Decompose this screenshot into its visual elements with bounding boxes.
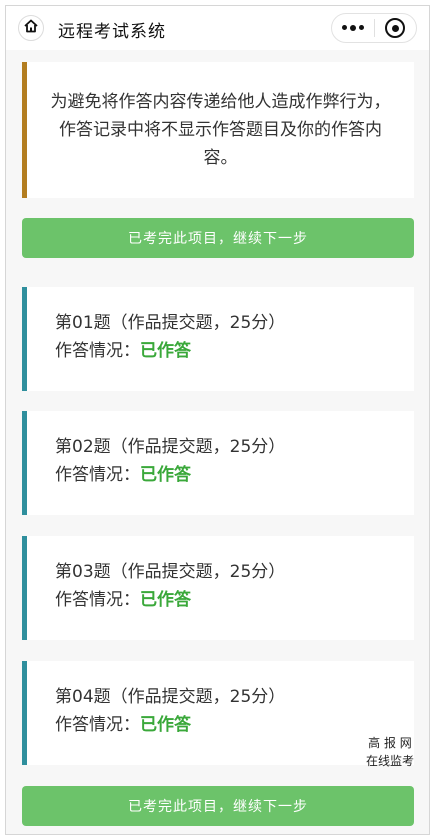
question-card: 第02题（作品提交题，25分） 作答情况：已作答 [22,411,414,515]
status-value: 已作答 [140,465,191,485]
home-icon [23,18,39,38]
mini-program-header: 远程考试系统 [6,6,429,50]
status-value: 已作答 [140,715,191,735]
privacy-notice: 为避免将作答内容传递给他人造成作弊行为，作答记录中将不显示作答题目及你的作答内容… [22,62,414,198]
status-label: 作答情况： [55,590,140,610]
more-button[interactable] [332,14,374,42]
continue-button-top[interactable]: 已考完此项目，继续下一步 [22,218,414,258]
status-label: 作答情况： [55,465,140,485]
page-title: 远程考试系统 [58,22,166,42]
question-card: 第03题（作品提交题，25分） 作答情况：已作答 [22,536,414,640]
home-button[interactable] [18,15,44,41]
question-status: 作答情况：已作答 [55,337,414,365]
close-button[interactable] [375,14,416,42]
question-status: 作答情况：已作答 [55,586,414,614]
status-label: 作答情况： [55,341,140,361]
question-title: 第02题（作品提交题，25分） [55,437,286,457]
status-value: 已作答 [140,590,191,610]
target-close-icon [385,18,406,38]
more-dots-icon [342,25,364,31]
continue-button-bottom[interactable]: 已考完此项目，继续下一步 [22,786,414,826]
watermark-line1: 高 报 网 [368,736,412,750]
question-title: 第04题（作品提交题，25分） [55,687,286,707]
watermark-line2: 在线监考 [365,754,414,768]
question-title: 第01题（作品提交题，25分） [55,313,286,333]
question-card: 第04题（作品提交题，25分） 作答情况：已作答 [22,661,414,765]
watermark: 高 报 网 在线监考 [358,734,422,770]
question-card: 第01题（作品提交题，25分） 作答情况：已作答 [22,287,414,391]
status-value: 已作答 [140,341,191,361]
capsule-menu [331,13,417,43]
question-title: 第03题（作品提交题，25分） [55,562,286,582]
status-label: 作答情况： [55,715,140,735]
phone-frame: 远程考试系统 为避免将作答内容传递给他人造成作弊行为，作答记录中将不显示作答题目… [5,5,430,835]
question-status: 作答情况：已作答 [55,461,414,489]
notice-text: 为避免将作答内容传递给他人造成作弊行为，作答记录中将不显示作答题目及你的作答内容… [50,92,391,168]
